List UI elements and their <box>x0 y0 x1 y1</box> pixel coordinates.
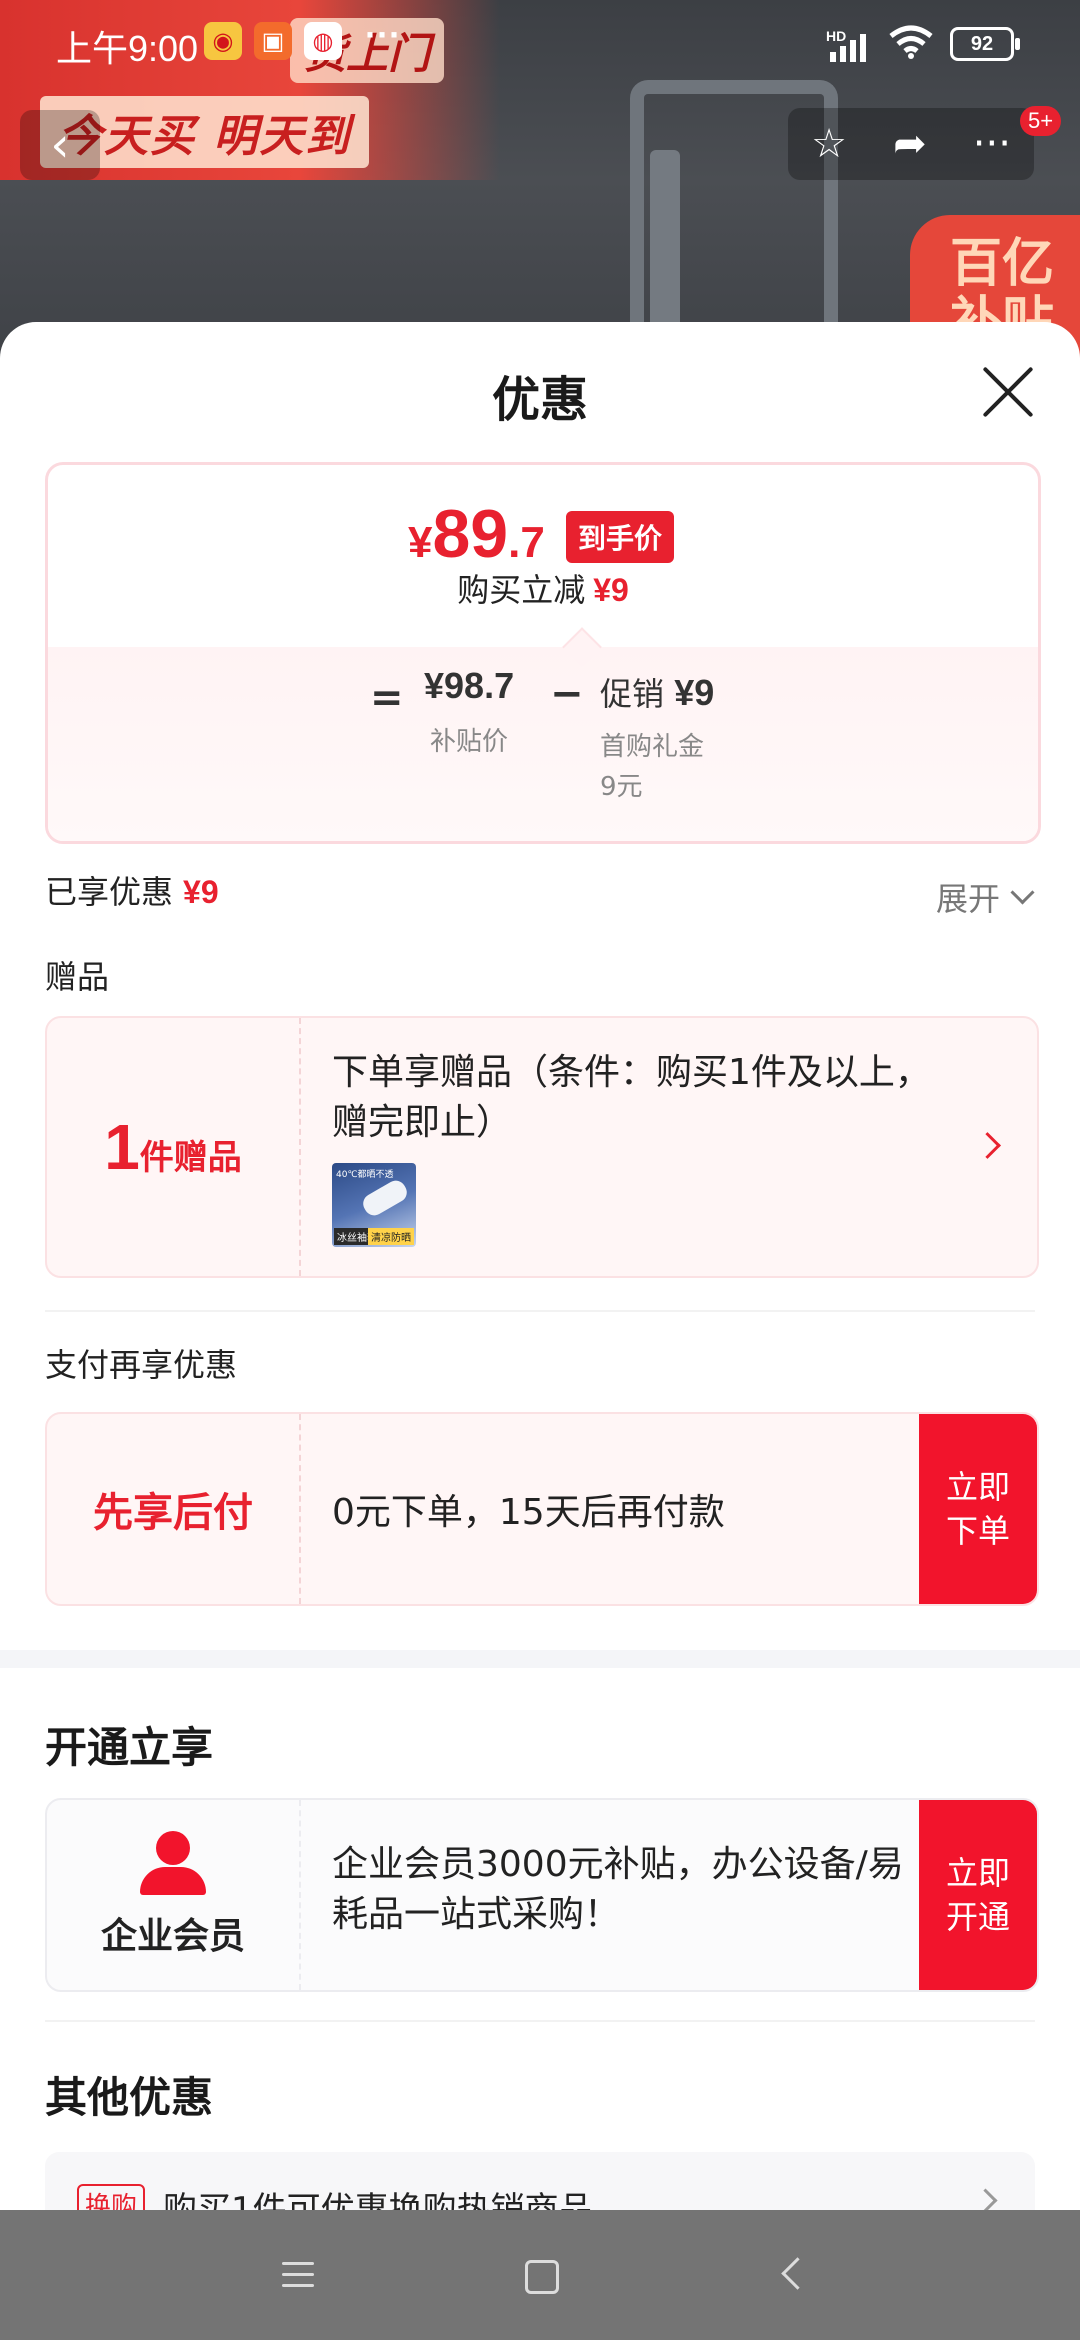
promo-detail-value: 9元 <box>600 772 643 802</box>
top-actions-group: ☆ ➦ ··· <box>788 108 1034 180</box>
order-now-button[interactable]: 立即 下单 <box>919 1414 1037 1604</box>
exchange-description: 购买1件可优惠换购热销商品 <box>163 2190 593 2212</box>
promo-detail-label: 首购礼金 <box>600 732 705 762</box>
reduce-amount: ¥9 <box>593 572 629 608</box>
membership-badge: 企业会员 <box>47 1800 301 1990</box>
final-price-currency: ¥ <box>408 518 433 567</box>
pay-section-label: 支付再享优惠 <box>45 1346 238 1384</box>
gift-thumbnail[interactable]: 40℃都晒不透 冰丝袖套 清凉防晒 <box>332 1163 416 1247</box>
pin-app-icon: ◍ <box>304 22 342 60</box>
enjoyed-label: 已享优惠 <box>45 873 174 911</box>
discount-sheet: 优惠 ¥89.7 到手价 购买立减 ¥9 = ¥98.7 补贴价 − 促销 ¥9 … <box>0 322 1080 2212</box>
back-icon[interactable] <box>781 2257 814 2290</box>
equals-sign: = <box>370 675 404 721</box>
signal-icon <box>830 34 866 62</box>
divider <box>45 2020 1035 2022</box>
more-notifications-icon: ··· <box>365 14 401 55</box>
star-icon[interactable]: ☆ <box>811 121 847 167</box>
close-button[interactable] <box>980 364 1036 420</box>
final-price-integer: 89 <box>432 496 509 572</box>
wifi-icon <box>889 25 933 59</box>
gift-section-label: 赠品 <box>45 958 110 996</box>
chevron-right-icon <box>974 1132 1001 1159</box>
promo-amount: ¥9 <box>674 672 715 713</box>
sheet-title: 优惠 <box>491 372 588 428</box>
shopping-bag-icon: ▣ <box>254 22 292 60</box>
final-price-decimal: .7 <box>508 518 545 567</box>
status-time: 上午9:00 <box>56 28 199 69</box>
gift-card[interactable]: 1件赠品 下单享赠品（条件：购买1件及以上，赠完即止） 40℃都晒不透 冰丝袖套… <box>45 1016 1039 1278</box>
promo-line: 促销 ¥9 <box>600 669 714 715</box>
expand-toggle[interactable]: 展开 <box>936 874 1000 920</box>
gift-count-unit: 件赠品 <box>139 1138 242 1178</box>
luggage-pole <box>650 150 680 350</box>
membership-label: 企业会员 <box>100 1916 245 1957</box>
price-breakdown-card: ¥89.7 到手价 购买立减 ¥9 = ¥98.7 补贴价 − 促销 ¥9 首购礼… <box>45 462 1041 844</box>
base-price: ¥98.7 <box>424 665 515 706</box>
weibo-icon: ◉ <box>204 22 242 60</box>
pay-later-card: 先享后付 0元下单，15天后再付款 立即 下单 <box>45 1412 1039 1606</box>
gift-count: 1件赠品 <box>104 1110 242 1184</box>
price-calc-area <box>48 647 1038 841</box>
enjoyed-amount: ¥9 <box>183 874 219 910</box>
final-price: ¥89.7 <box>408 495 545 573</box>
reduce-line: 购买立减 ¥9 <box>48 565 1038 611</box>
home-icon[interactable] <box>525 2260 559 2294</box>
user-icon-head <box>156 1831 190 1865</box>
user-icon-body <box>140 1867 206 1895</box>
promo-label: 促销 <box>600 675 665 713</box>
menu-icon[interactable] <box>282 2262 314 2288</box>
battery-indicator: 92 <box>950 27 1020 61</box>
promo-detail: 首购礼金 9元 <box>600 727 704 807</box>
base-price-label: 补贴价 <box>430 727 509 757</box>
gift-description: 下单享赠品（条件：购买1件及以上，赠完即止） <box>332 1052 931 1143</box>
section-divider <box>0 1650 1080 1668</box>
share-icon[interactable]: ➦ <box>893 121 927 167</box>
divider <box>45 1310 1035 1312</box>
activate-now-button[interactable]: 立即 开通 <box>919 1800 1037 1990</box>
pay-later-label: 先享后付 <box>93 1490 253 1536</box>
membership-heading: 开通立享 <box>45 1723 214 1772</box>
gift-thumb-caption: 40℃都晒不透 <box>336 1170 394 1180</box>
exchange-offer-row[interactable]: 换购 购买1件可优惠换购热销商品 <box>45 2152 1035 2212</box>
chevron-left-icon: ‹ <box>50 117 70 173</box>
status-bar: 上午9:00 ◉ ▣ ◍ ··· HD 92 <box>0 0 1080 90</box>
gift-count-number: 1 <box>104 1111 140 1183</box>
minus-sign: − <box>550 671 584 717</box>
cart-count-badge: 5+ <box>1020 106 1062 136</box>
system-nav-bar <box>0 2210 1080 2340</box>
gift-thumb-label-right: 清凉防晒 <box>368 1228 414 1245</box>
more-icon[interactable]: ··· <box>973 121 1011 167</box>
back-button[interactable]: ‹ <box>20 110 100 180</box>
membership-card: 企业会员 企业会员3000元补贴，办公设备/易耗品一站式采购！ 立即 开通 <box>45 1798 1039 1992</box>
reduce-label: 购买立减 <box>457 571 586 609</box>
membership-description: 企业会员3000元补贴，办公设备/易耗品一站式采购！ <box>332 1844 904 1935</box>
pay-later-description: 0元下单，15天后再付款 <box>332 1492 725 1533</box>
gift-count-badge: 1件赠品 <box>47 1018 301 1276</box>
chevron-right-icon <box>973 2188 998 2212</box>
user-icon <box>138 1831 208 1895</box>
arm-sleeve-image <box>359 1176 411 1220</box>
final-price-tag: 到手价 <box>566 511 675 563</box>
pay-later-badge: 先享后付 <box>47 1414 301 1604</box>
other-discounts-heading: 其他优惠 <box>45 2073 214 2122</box>
chevron-down-icon[interactable] <box>1010 880 1035 905</box>
exchange-tag: 换购 <box>77 2184 146 2212</box>
enjoyed-discount: 已享优惠 ¥9 <box>45 867 219 913</box>
